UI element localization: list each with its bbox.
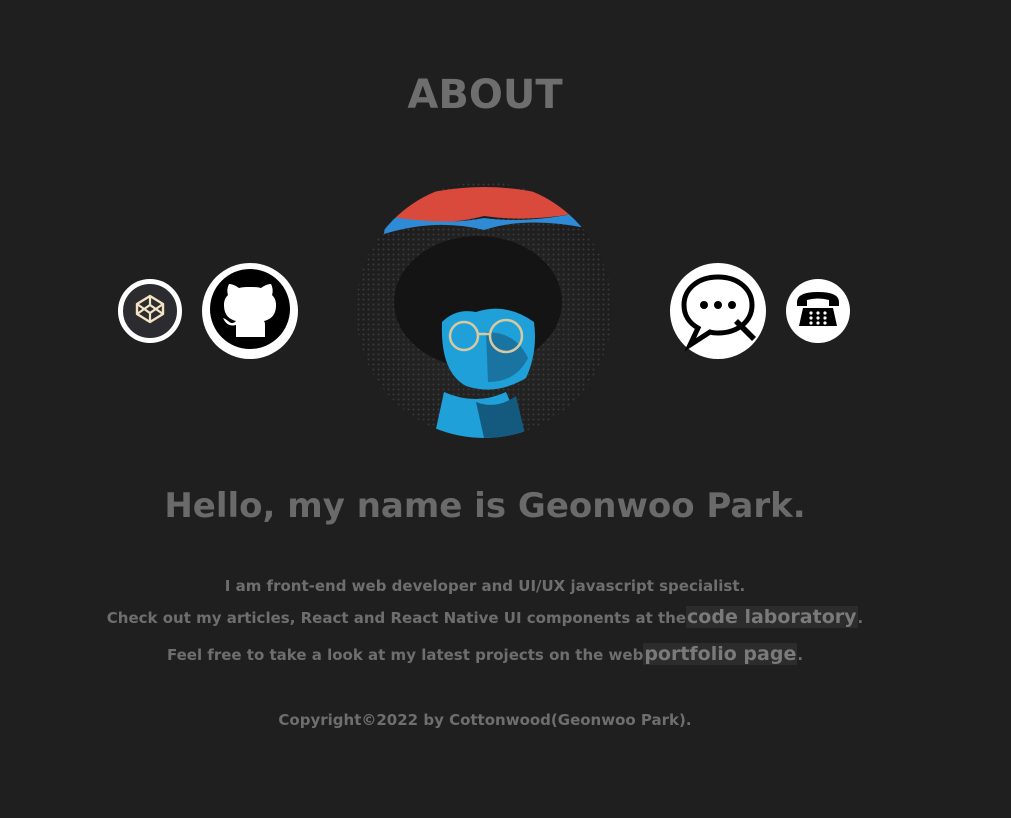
greeting-heading: Hello, my name is Geonwoo Park.: [164, 486, 806, 526]
articles-line: Check out my articles, React and React N…: [0, 606, 970, 628]
about-page: ABOUT Hello, my name is Geonwoo Park. I …: [0, 0, 1011, 818]
portfolio-line: Feel free to take a look at my latest pr…: [0, 643, 970, 665]
codepen-link[interactable]: [118, 279, 182, 343]
github-icon: [208, 267, 292, 355]
phone-link[interactable]: [786, 279, 850, 343]
intro-line: I am front-end web developer and UI/UX j…: [224, 577, 746, 595]
chat-icon: [676, 267, 760, 355]
articles-line-suffix: .: [857, 609, 864, 627]
portfolio-page-link[interactable]: portfolio page: [643, 643, 798, 665]
portfolio-line-text: Feel free to take a look at my latest pr…: [166, 646, 644, 664]
phone-icon: [791, 282, 845, 340]
portfolio-line-suffix: .: [797, 646, 804, 664]
profile-avatar: [356, 182, 612, 438]
chat-link[interactable]: [670, 263, 766, 359]
copyright-text: Copyright©2022 by Cottonwood(Geonwoo Par…: [278, 711, 692, 729]
articles-line-text: Check out my articles, React and React N…: [106, 609, 687, 627]
codepen-icon: [133, 292, 167, 330]
code-laboratory-link[interactable]: code laboratory: [686, 606, 858, 628]
page-title: ABOUT: [407, 72, 563, 118]
github-link[interactable]: [202, 263, 298, 359]
